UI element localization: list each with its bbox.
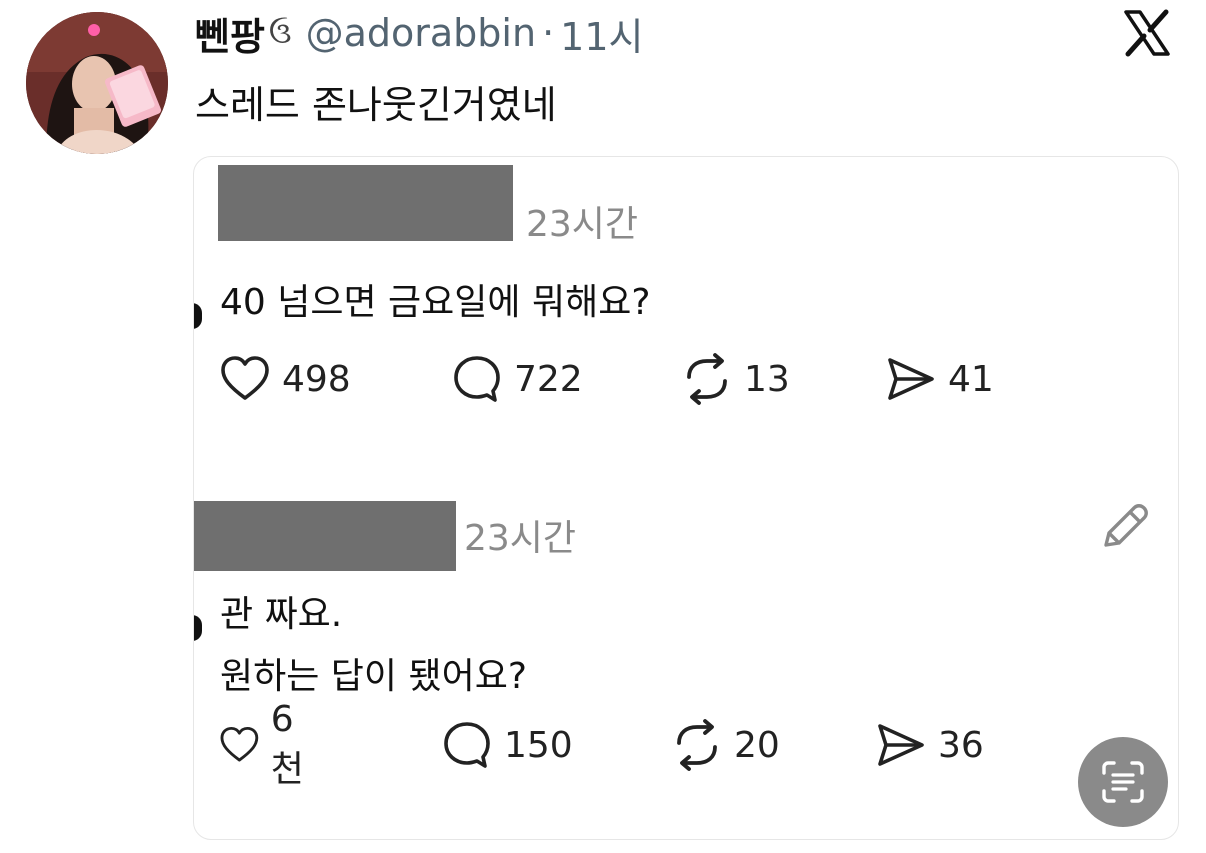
repost-button[interactable]: 13 (680, 352, 790, 406)
comment-icon (444, 722, 490, 768)
post-time: 23시간 (526, 204, 639, 245)
tweet-header: 뻰팡 ઉ @adorabbin · 11시 (195, 6, 643, 61)
send-icon (878, 724, 924, 766)
repost-icon (677, 719, 717, 771)
reply-count: 150 (504, 724, 573, 766)
profile-avatar-image (26, 12, 168, 154)
heart-icon (220, 726, 259, 762)
comment-icon (454, 356, 500, 402)
avatar[interactable] (26, 12, 168, 154)
like-count: 498 (282, 358, 351, 400)
share-count: 41 (948, 358, 994, 400)
redacted-username (218, 165, 513, 241)
post-text-line: 관 짜요. (220, 594, 343, 635)
reply-count: 722 (514, 358, 583, 400)
like-count: 6천 (270, 698, 304, 790)
x-logo-icon[interactable] (1120, 6, 1174, 60)
post-text: 40 넘으면 금요일에 뭐해요? (220, 282, 651, 323)
repost-count: 20 (734, 724, 780, 766)
thread-marker (194, 615, 202, 641)
share-button[interactable]: 41 (884, 352, 994, 406)
redacted-username (194, 501, 456, 571)
heart-icon (221, 356, 269, 400)
reply-button[interactable]: 150 (440, 718, 573, 772)
repost-icon (687, 353, 727, 405)
scan-text-button[interactable] (1078, 737, 1168, 827)
post-time: 23시간 (464, 518, 577, 559)
thread-marker (194, 303, 202, 329)
tweet-time[interactable]: 11시 (560, 6, 643, 61)
name-emoji: ઉ (268, 15, 292, 51)
repost-count: 13 (744, 358, 790, 400)
reply-button[interactable]: 722 (450, 352, 583, 406)
scan-text-icon (1102, 761, 1144, 803)
share-count: 36 (938, 724, 984, 766)
user-handle[interactable]: @adorabbin (306, 11, 536, 55)
send-icon (888, 358, 934, 400)
share-button[interactable]: 36 (874, 718, 984, 772)
repost-button[interactable]: 20 (670, 718, 780, 772)
like-button[interactable]: 6천 (218, 699, 315, 792)
tweet-text: 스레드 존나웃긴거였네 (195, 83, 557, 127)
display-name[interactable]: 뻰팡 (195, 6, 265, 61)
pencil-icon[interactable] (1096, 497, 1154, 555)
embedded-screenshot[interactable]: 23시간 40 넘으면 금요일에 뭐해요? 498 722 13 41 23시간… (193, 156, 1179, 840)
separator: · (542, 11, 555, 55)
like-button[interactable]: 498 (218, 352, 351, 406)
post-text-line: 원하는 답이 됐어요? (220, 656, 527, 697)
